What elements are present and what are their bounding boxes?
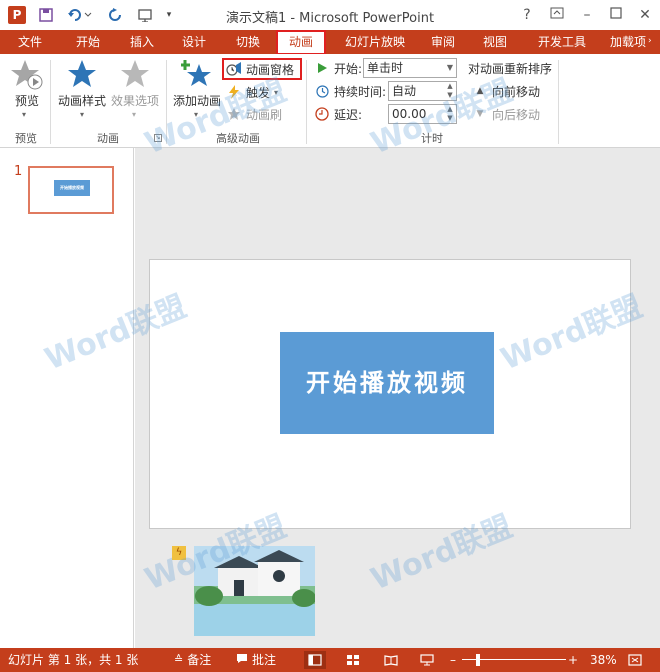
minimize-button[interactable]: – bbox=[576, 5, 598, 25]
reading-view-icon bbox=[384, 655, 398, 666]
slide-title-shape[interactable]: 开始播放视频 bbox=[280, 332, 494, 434]
clock-icon bbox=[314, 83, 330, 99]
star-preview-icon bbox=[11, 60, 43, 90]
zoom-out-button[interactable]: – bbox=[450, 648, 456, 672]
painter-star-icon bbox=[226, 106, 242, 122]
trigger-lightning-icon[interactable]: ϟ bbox=[172, 546, 186, 560]
reorder-animation-label: 对动画重新排序 bbox=[468, 61, 553, 76]
animation-painter-button[interactable]: 动画刷 bbox=[226, 104, 282, 124]
start-dropdown[interactable]: 单击时 ▼ bbox=[363, 58, 457, 78]
slide-sorter-icon bbox=[347, 655, 359, 665]
add-animation-button[interactable]: 添加动画 bbox=[172, 58, 222, 109]
add-animation-dropdown-icon[interactable]: ▾ bbox=[194, 110, 198, 119]
preview-dropdown-icon[interactable]: ▾ bbox=[22, 110, 26, 119]
tab-add-ins[interactable]: 加载项 bbox=[604, 30, 652, 54]
fit-slide-button[interactable] bbox=[624, 651, 646, 669]
tab-design[interactable]: 设计 bbox=[170, 30, 218, 54]
animation-pane-icon bbox=[226, 61, 242, 77]
delay-label: 延迟: bbox=[314, 104, 362, 124]
normal-view-icon bbox=[308, 654, 322, 666]
tab-file[interactable]: 文件 bbox=[6, 30, 54, 54]
triangle-up-icon: ▲ bbox=[476, 86, 484, 96]
start-label: 开始: bbox=[314, 58, 362, 78]
zoom-slider-handle[interactable] bbox=[476, 654, 481, 666]
delay-clock-icon bbox=[314, 106, 330, 122]
title-bar: P ▾ 演示文稿1 - Microsoft PowerPoint ? – ✕ bbox=[0, 0, 660, 30]
lightning-icon bbox=[226, 84, 242, 100]
spinner-arrows-icon: ▲ ▼ bbox=[447, 82, 453, 99]
ribbon-display-options-icon[interactable] bbox=[546, 5, 568, 25]
comments-button[interactable]: 批注 bbox=[236, 648, 276, 672]
slide-canvas[interactable]: 开始播放视频 bbox=[149, 259, 631, 529]
chevron-down-icon: ▼ bbox=[446, 63, 454, 72]
triangle-down-icon: ▼ bbox=[476, 109, 484, 119]
ribbon: 预览 ▾ 预览 动画样式 ▾ 效果选项 ▾ 动画 ↘ 添加动画 ▾ 动画窗格 触… bbox=[0, 54, 660, 148]
tab-view[interactable]: 视图 bbox=[472, 30, 518, 54]
animation-styles-button[interactable]: 动画样式 bbox=[56, 58, 108, 109]
slide-editing-pane: 开始播放视频 ϟ bbox=[135, 148, 660, 648]
animation-pane-button[interactable]: 动画窗格 bbox=[222, 58, 302, 80]
slide-thumbnail[interactable]: 开始播放视频 bbox=[28, 166, 114, 214]
tab-developer[interactable]: 开发工具 bbox=[530, 30, 594, 54]
spinner-arrows-icon: ▲ ▼ bbox=[447, 105, 453, 122]
slide-count-status: 幻灯片 第 1 张，共 1 张 bbox=[8, 653, 139, 667]
trigger-dropdown-icon: ▾ bbox=[274, 87, 279, 97]
tab-scroll-icon[interactable]: › bbox=[648, 36, 658, 48]
star-icon bbox=[68, 60, 96, 87]
zoom-level[interactable]: 38% bbox=[590, 648, 617, 672]
tab-animations[interactable]: 动画 bbox=[276, 30, 326, 55]
star-disabled-icon bbox=[121, 60, 149, 87]
slide-thumbnail-pane: 1 开始播放视频 bbox=[0, 148, 134, 648]
help-button[interactable]: ? bbox=[516, 5, 538, 25]
slide-number: 1 bbox=[14, 164, 23, 179]
comment-icon bbox=[236, 648, 248, 672]
normal-view-button[interactable] bbox=[304, 651, 326, 669]
trigger-button[interactable]: 触发 ▾ bbox=[226, 82, 278, 102]
animation-dialog-launcher-icon[interactable]: ↘ bbox=[154, 134, 162, 142]
tab-home[interactable]: 开始 bbox=[64, 30, 112, 54]
notes-button[interactable]: ≙ 备注 bbox=[174, 648, 211, 672]
group-label-timing: 计时 bbox=[421, 132, 443, 145]
add-star-icon bbox=[181, 60, 211, 86]
group-divider bbox=[558, 60, 559, 144]
fit-to-window-icon bbox=[628, 654, 642, 666]
slide-sorter-button[interactable] bbox=[342, 651, 364, 669]
animation-styles-dropdown-icon[interactable]: ▾ bbox=[80, 110, 84, 119]
ribbon-tab-bar: 文件 开始 插入 设计 切换 动画 幻灯片放映 审阅 视图 开发工具 加载项 › bbox=[0, 30, 660, 55]
tab-transitions[interactable]: 切换 bbox=[224, 30, 272, 54]
preview-button[interactable]: 预览 bbox=[10, 58, 44, 109]
close-button[interactable]: ✕ bbox=[634, 5, 656, 25]
reading-view-button[interactable] bbox=[380, 651, 402, 669]
tab-review[interactable]: 审阅 bbox=[420, 30, 466, 54]
effect-options-dropdown-icon[interactable]: ▾ bbox=[132, 110, 136, 119]
duration-spinner[interactable]: 自动 ▲ ▼ bbox=[388, 81, 457, 101]
group-label-preview: 预览 bbox=[15, 132, 37, 145]
group-divider bbox=[50, 60, 51, 144]
thumbnail-title-box: 开始播放视频 bbox=[54, 180, 90, 196]
delay-spinner[interactable]: 00.00 ▲ ▼ bbox=[388, 104, 457, 124]
group-label-advanced-animation: 高级动画 bbox=[216, 132, 260, 145]
move-later-button[interactable]: ▼ 向后移动 bbox=[472, 104, 540, 124]
video-poster-image bbox=[194, 546, 315, 636]
group-divider bbox=[166, 60, 167, 144]
group-label-animation: 动画 bbox=[97, 132, 119, 145]
effect-options-button[interactable]: 效果选项 bbox=[110, 58, 160, 109]
group-divider bbox=[306, 60, 307, 144]
move-earlier-button[interactable]: ▲ 向前移动 bbox=[472, 81, 540, 101]
tab-slide-show[interactable]: 幻灯片放映 bbox=[336, 30, 414, 54]
video-object[interactable] bbox=[194, 546, 315, 636]
play-icon bbox=[314, 60, 330, 76]
slide-show-icon bbox=[420, 654, 434, 666]
notes-icon: ≙ bbox=[174, 653, 184, 666]
tab-insert[interactable]: 插入 bbox=[118, 30, 166, 54]
duration-label: 持续时间: bbox=[314, 81, 386, 101]
zoom-in-button[interactable]: + bbox=[568, 648, 578, 672]
status-bar: 幻灯片 第 1 张，共 1 张 ≙ 备注 批注 – + 38% bbox=[0, 648, 660, 672]
maximize-icon[interactable] bbox=[605, 5, 627, 25]
slide-show-button[interactable] bbox=[416, 651, 438, 669]
